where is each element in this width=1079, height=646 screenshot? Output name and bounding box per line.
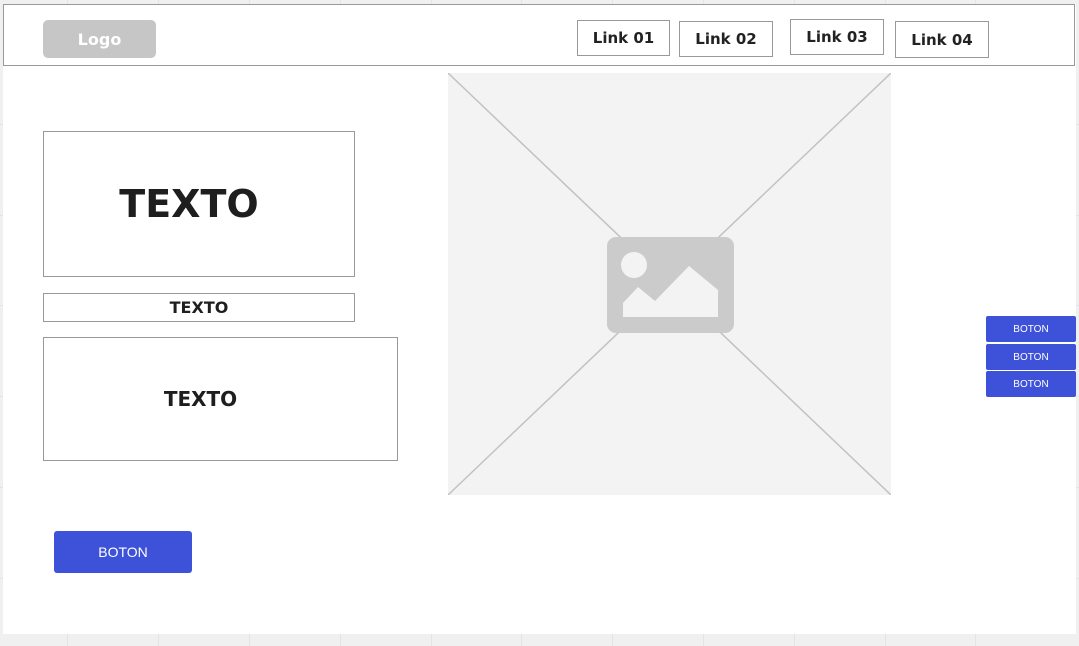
nav-link-03[interactable]: Link 03 xyxy=(790,19,884,55)
primary-button[interactable]: BOTON xyxy=(54,531,192,573)
side-button-3[interactable]: BOTON xyxy=(986,371,1076,397)
side-button-2[interactable]: BOTON xyxy=(986,344,1076,370)
text-block-medium: TEXTO xyxy=(43,337,398,461)
nav-link-02[interactable]: Link 02 xyxy=(679,21,773,57)
logo[interactable]: Logo xyxy=(43,20,156,58)
nav-link-01[interactable]: Link 01 xyxy=(577,20,670,56)
image-placeholder xyxy=(448,73,891,495)
text-block-small: TEXTO xyxy=(43,293,355,322)
text-block-large: TEXTO xyxy=(43,131,355,277)
image-icon xyxy=(448,73,891,495)
nav-link-04[interactable]: Link 04 xyxy=(895,21,989,58)
side-button-1[interactable]: BOTON xyxy=(986,316,1076,342)
